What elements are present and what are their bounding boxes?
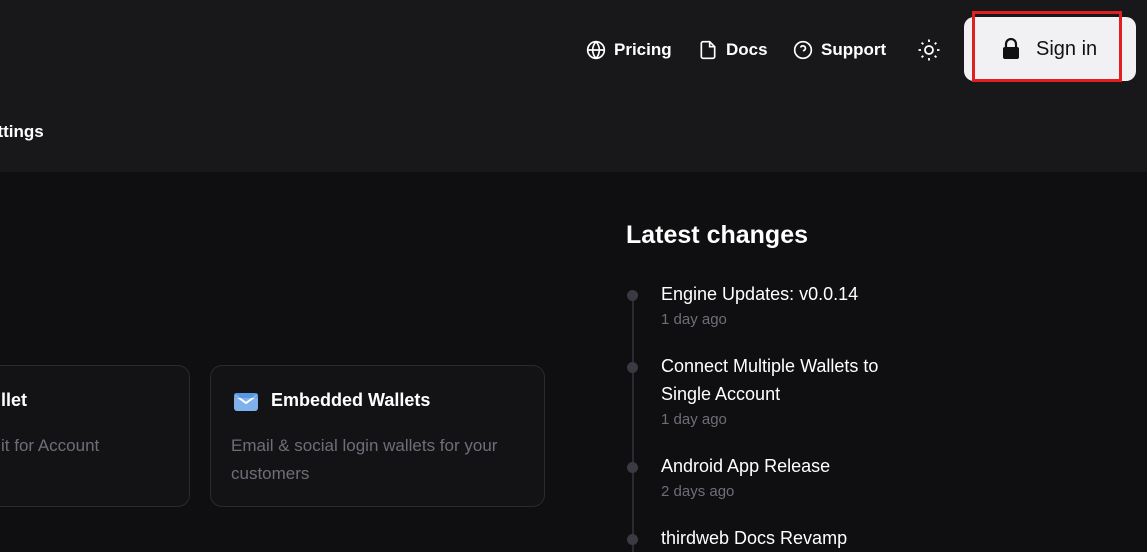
wallet-card-title: llet — [1, 390, 28, 410]
pricing-link[interactable]: Pricing — [586, 38, 672, 62]
sign-in-button[interactable]: Sign in — [964, 17, 1136, 81]
change-item-date: 1 day ago — [661, 311, 727, 328]
help-circle-icon — [793, 40, 813, 60]
docs-label: Docs — [726, 40, 768, 59]
latest-changes-heading: Latest changes — [626, 221, 809, 249]
change-item-date: 2 days ago — [661, 483, 735, 500]
timeline-line — [632, 296, 634, 552]
embedded-wallets-description: Email & social login wallets for your cu… — [231, 436, 498, 483]
support-link[interactable]: Support — [793, 38, 886, 62]
pricing-label: Pricing — [614, 40, 672, 59]
lock-icon — [1003, 38, 1019, 59]
embedded-wallets-title: Embedded Wallets — [271, 390, 431, 410]
timeline-dot — [627, 534, 638, 545]
wallet-card[interactable]: llet it for Account — [0, 365, 190, 507]
theme-toggle-button[interactable] — [917, 38, 941, 62]
sun-icon — [918, 39, 940, 61]
top-header: Pricing Docs Support Sign in — [0, 0, 1147, 100]
support-label: Support — [821, 40, 887, 59]
wallet-card-description: it for Account — [1, 436, 100, 455]
embedded-wallets-card[interactable]: Embedded Wallets Email & social login wa… — [210, 365, 545, 507]
change-item-title[interactable]: thirdweb Docs Revamp — [661, 524, 921, 552]
document-icon — [700, 40, 716, 60]
sub-navigation: ettings — [0, 100, 1147, 172]
timeline-dot — [627, 462, 638, 473]
mail-icon — [234, 393, 258, 411]
sign-in-label: Sign in — [1036, 37, 1098, 60]
change-item-title[interactable]: Android App Release — [661, 452, 921, 480]
docs-link[interactable]: Docs — [698, 38, 768, 62]
change-item-title[interactable]: Engine Updates: v0.0.14 — [661, 280, 921, 308]
subnav-settings[interactable]: ettings — [0, 122, 44, 142]
change-item-title[interactable]: Connect Multiple Wallets to Single Accou… — [661, 352, 921, 408]
change-item-date: 1 day ago — [661, 411, 727, 428]
timeline-dot — [627, 362, 638, 373]
globe-icon — [586, 40, 606, 60]
timeline-dot — [627, 290, 638, 301]
